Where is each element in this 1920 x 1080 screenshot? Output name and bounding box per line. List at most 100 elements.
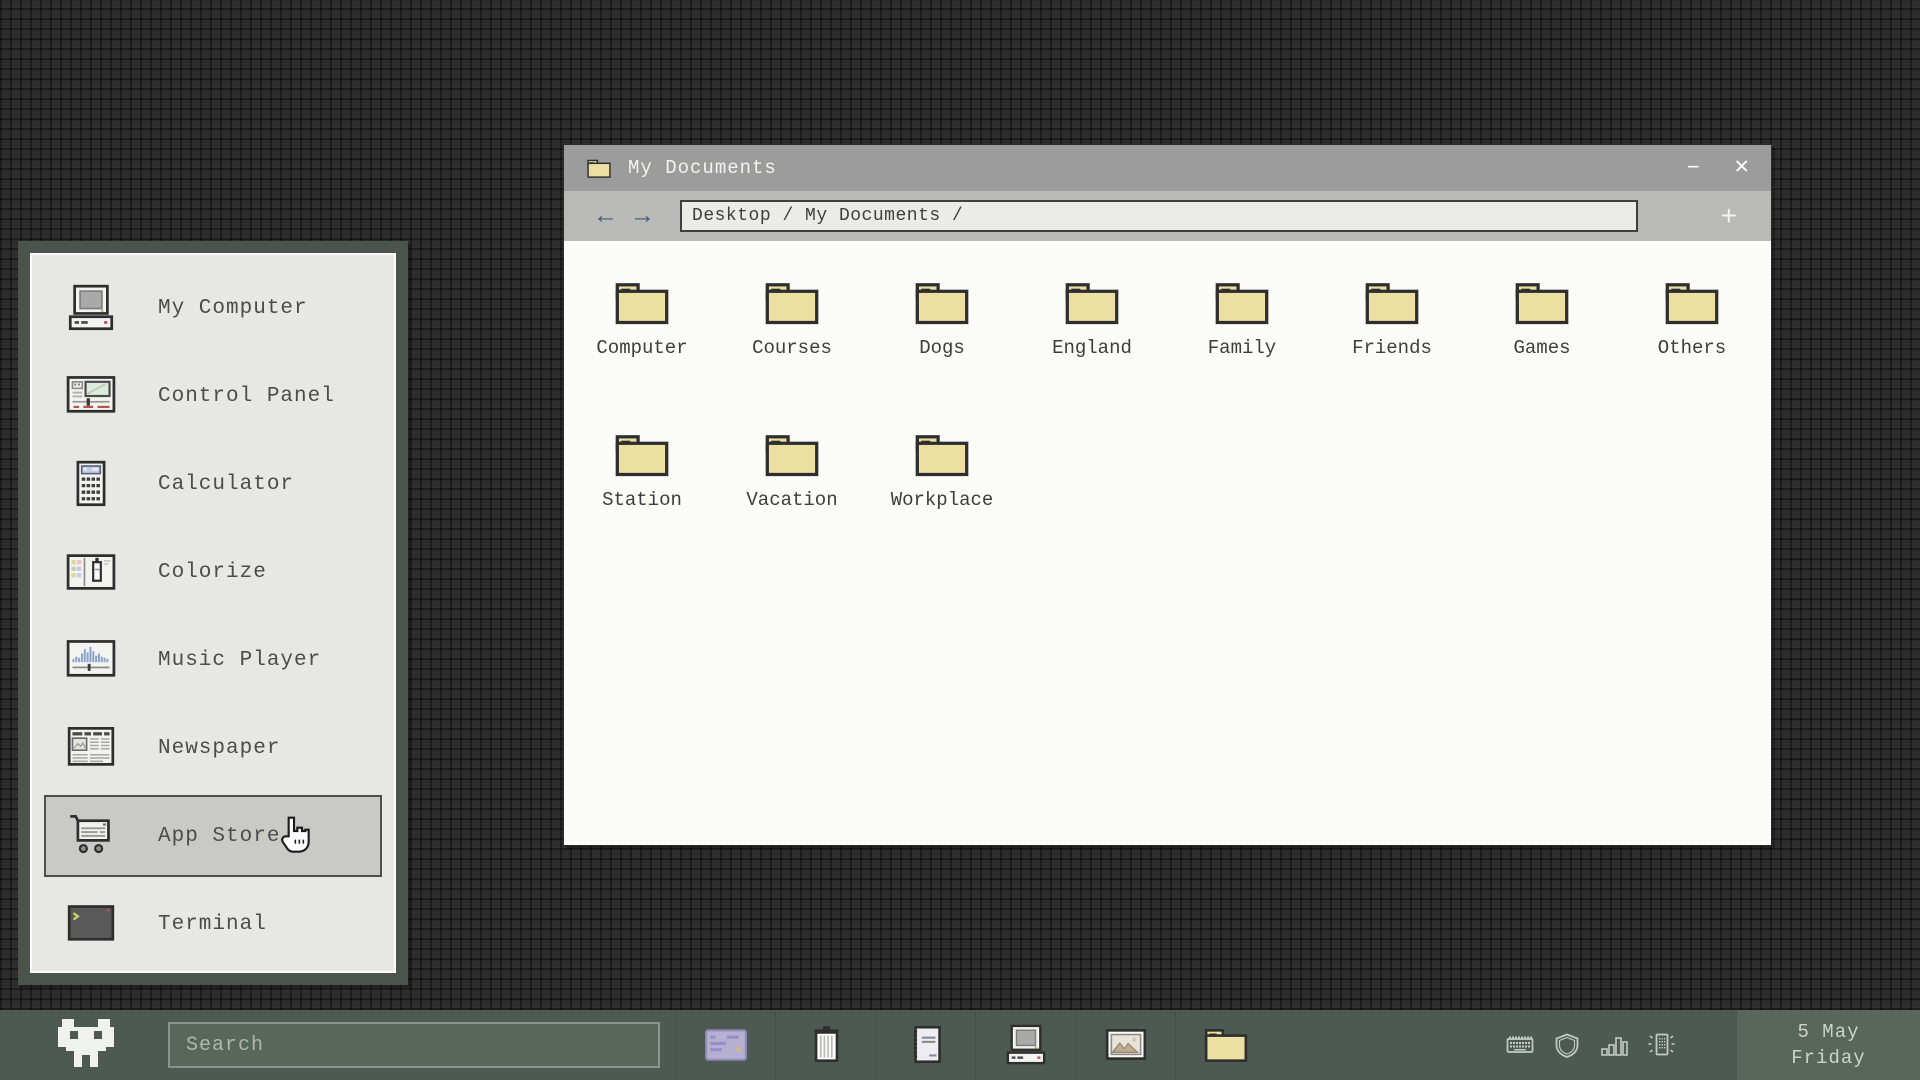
minimize-button[interactable]: – [1686,156,1700,180]
folder-icon [763,277,821,329]
taskbar-app-icon [703,1024,749,1066]
tray-icon-glyph [1599,1032,1629,1058]
taskbar-search[interactable] [168,1022,660,1068]
window-toolbar: ← → + [564,191,1771,241]
folder-icon [1213,277,1271,329]
taskbar-app-notebook[interactable] [875,1010,975,1080]
window-titlebar[interactable]: My Documents – ✕ [564,145,1771,191]
folder-icon [1513,277,1571,329]
folder-item-station[interactable]: Station [567,429,717,511]
start-menu-item-label: Calculator [158,473,294,496]
start-menu: My Computer Control Panel Calculator [18,241,408,985]
taskbar-app-my-computer[interactable] [975,1010,1075,1080]
folder-label: Vacation [746,489,837,511]
start-menu-item-label: Music Player [158,649,321,672]
folder-item-family[interactable]: Family [1167,277,1317,359]
tray-icon-glyph [1505,1032,1535,1058]
new-folder-button[interactable]: + [1721,202,1737,230]
app-icon [64,284,118,332]
app-icon [64,812,118,860]
close-button[interactable]: ✕ [1735,156,1749,180]
folder-icon [613,277,671,329]
taskbar-app-trash[interactable] [775,1010,875,1080]
folder-item-courses[interactable]: Courses [717,277,867,359]
taskbar-app-icon [1203,1024,1249,1066]
tray-keyboard[interactable] [1505,1032,1535,1058]
app-icon [64,548,118,596]
file-manager-window: My Documents – ✕ ← → + Computer Courses … [563,144,1772,846]
start-menu-item-label: App Store [158,825,280,848]
app-icon [64,724,118,772]
folder-item-england[interactable]: England [1017,277,1167,359]
start-menu-item-newspaper[interactable]: Newspaper [44,707,382,789]
taskbar-app-icon [803,1024,849,1066]
folder-icon [613,429,671,481]
folder-label: Dogs [919,337,965,359]
folder-item-computer[interactable]: Computer [567,277,717,359]
tray-shield[interactable] [1552,1032,1582,1058]
start-menu-item-calculator[interactable]: Calculator [44,443,382,525]
forward-button[interactable]: → [635,204,650,229]
folder-item-workplace[interactable]: Workplace [867,429,1017,511]
taskbar-app-icon [1103,1024,1149,1066]
start-menu-item-label: Colorize [158,561,267,584]
tray-signal[interactable] [1599,1032,1629,1058]
folder-label: Games [1513,337,1570,359]
folder-icon [1363,277,1421,329]
folder-item-dogs[interactable]: Dogs [867,277,1017,359]
folder-label: Computer [596,337,687,359]
folder-icon [913,277,971,329]
folder-label: Workplace [891,489,994,511]
start-logo-icon[interactable] [58,1019,114,1071]
taskbar-app-widget[interactable] [675,1010,775,1080]
folder-label: Others [1658,337,1726,359]
folder-grid: Computer Courses Dogs England Family [564,241,1771,581]
hand-cursor-icon [278,816,310,854]
clock-date: 5 May [1797,1019,1859,1045]
start-menu-item-label: Newspaper [158,737,280,760]
folder-icon [1063,277,1121,329]
folder-item-friends[interactable]: Friends [1317,277,1467,359]
address-bar-input[interactable] [680,200,1638,232]
window-folder-icon [586,157,612,180]
folder-item-games[interactable]: Games [1467,277,1617,359]
start-menu-item-my-computer[interactable]: My Computer [44,267,382,349]
app-icon [64,460,118,508]
folder-icon [913,429,971,481]
start-menu-item-label: My Computer [158,297,308,320]
start-menu-item-label: Control Panel [158,385,335,408]
folder-item-others[interactable]: Others [1617,277,1767,359]
start-menu-item-music-player[interactable]: Music Player [44,619,382,701]
taskbar: 5 May Friday [0,1010,1920,1080]
taskbar-app-icon [1003,1024,1049,1066]
clock-day: Friday [1791,1045,1865,1071]
taskbar-app-icon [903,1024,949,1066]
tray-icon-glyph [1646,1032,1676,1058]
start-menu-item-control-panel[interactable]: Control Panel [44,355,382,437]
taskbar-app-folder[interactable] [1175,1010,1275,1080]
folder-icon [763,429,821,481]
system-tray [1505,1032,1676,1058]
folder-icon [1663,277,1721,329]
start-menu-item-label: Terminal [158,913,267,936]
folder-label: England [1052,337,1132,359]
folder-label: Station [602,489,682,511]
taskbar-app-pictures[interactable] [1075,1010,1175,1080]
taskbar-clock: 5 May Friday [1737,1010,1920,1080]
folder-label: Courses [752,337,832,359]
start-menu-item-colorize[interactable]: Colorize [44,531,382,613]
start-menu-panel: My Computer Control Panel Calculator [30,253,396,973]
start-menu-item-terminal[interactable]: Terminal [44,883,382,965]
app-icon [64,900,118,948]
folder-label: Family [1208,337,1276,359]
app-icon [64,372,118,420]
folder-item-vacation[interactable]: Vacation [717,429,867,511]
search-input[interactable] [174,1024,654,1066]
app-icon [64,636,118,684]
tray-phone[interactable] [1646,1032,1676,1058]
window-title: My Documents [628,157,777,179]
taskbar-app-slots [675,1010,1275,1080]
back-button[interactable]: ← [598,204,613,229]
start-menu-item-app-store[interactable]: App Store [44,795,382,877]
folder-label: Friends [1352,337,1432,359]
